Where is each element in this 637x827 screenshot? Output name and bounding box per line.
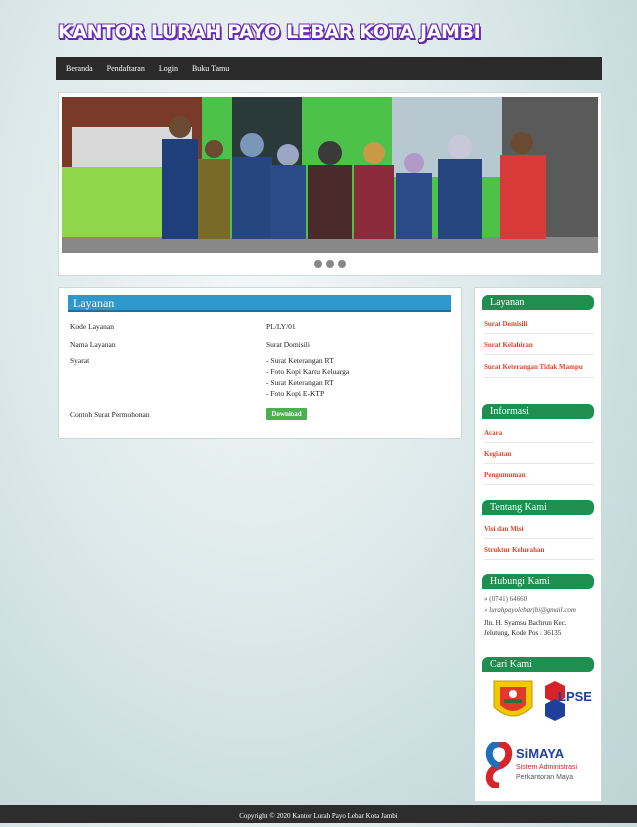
slider-dot-1[interactable]	[314, 260, 322, 268]
slider-dots	[59, 260, 601, 270]
nav-beranda[interactable]: Beranda	[66, 64, 93, 73]
sidebar-link-struktur[interactable]: Struktur Kelurahan	[484, 546, 594, 560]
layanan-heading: Layanan	[68, 295, 451, 312]
row-label-kode: Kode Layanan	[70, 322, 114, 331]
row-label-syarat: Syarat	[70, 356, 90, 365]
sidebar-tentang-title: Tentang Kami	[482, 500, 594, 515]
contact-phone: » (0741) 64660	[484, 595, 528, 603]
layanan-panel: Layanan Kode Layanan PL/LY/01 Nama Layan…	[58, 287, 462, 439]
simaya-mark-icon	[485, 742, 513, 788]
syarat-item-1: - Surat Keterangan RT	[266, 356, 334, 365]
nav-buku-tamu[interactable]: Buku Tamu	[192, 64, 229, 73]
simaya-logo[interactable]: SiMAYA Sistem Administrasi Perkantoran M…	[484, 736, 594, 792]
shield-emblem-icon	[493, 680, 533, 717]
footer-copyright: Copyright © 2020 Kantor Lurah Payo Lebar…	[239, 812, 398, 820]
footer: Copyright © 2020 Kantor Lurah Payo Lebar…	[0, 805, 637, 823]
sidebar-link-surat-domisili[interactable]: Surat Domisili	[484, 320, 594, 334]
simaya-title: SiMAYA	[516, 746, 565, 761]
sidebar-cari-title: Cari Kami	[482, 657, 594, 672]
lpse-logo[interactable]: LPSE	[539, 680, 592, 722]
simaya-sub-1: Sistem Administrasi	[516, 764, 578, 771]
sidebar-hubungi-title: Hubungi Kami	[482, 574, 594, 589]
contact-address: Jln. H. Syamsu Bachrun Kec. Jelutung, Ko…	[484, 619, 567, 637]
download-button[interactable]: Download	[266, 408, 307, 420]
slider-photo	[62, 97, 598, 253]
sidebar-link-surat-kelahiran[interactable]: Surat Kelahiran	[484, 341, 594, 355]
sidebar-layanan-title: Layanan	[482, 295, 594, 310]
sidebar-link-visi-misi[interactable]: Visi dan Misi	[484, 525, 594, 539]
row-value-kode: PL/LY/01	[266, 322, 296, 331]
site-title: KANTOR LURAH PAYO LEBAR KOTA JAMBI	[58, 21, 481, 43]
image-slider	[58, 92, 602, 276]
sidebar: Layanan Surat Domisili Surat Kelahiran S…	[474, 287, 602, 802]
simaya-sub-2: Perkantoran Maya	[516, 774, 574, 781]
syarat-item-2: - Foto Kopi Kartu Keluarga	[266, 367, 350, 376]
sidebar-informasi-title: Informasi	[482, 404, 594, 419]
sidebar-link-acara[interactable]: Acara	[484, 429, 594, 443]
lpse-logo-text: LPSE	[558, 689, 592, 704]
slider-dot-3[interactable]	[338, 260, 346, 268]
row-value-nama: Surat Domisili	[266, 340, 310, 349]
nav-pendaftaran[interactable]: Pendaftaran	[107, 64, 145, 73]
sidebar-link-surat-tidak-mampu[interactable]: Surat Keterangan Tidak Mampu	[484, 362, 594, 378]
top-navbar: Beranda Pendaftaran Login Buku Tamu	[56, 57, 602, 80]
slider-dot-2[interactable]	[326, 260, 334, 268]
syarat-item-3: - Surat Keterangan RT	[266, 378, 334, 387]
sidebar-link-pengumuman[interactable]: Pengumuman	[484, 471, 594, 485]
sidebar-link-kegiatan[interactable]: Kegiatan	[484, 450, 594, 464]
row-label-contoh: Contoh Surat Permohonan	[70, 410, 150, 419]
group-photo-illustration	[62, 97, 598, 253]
nav-login[interactable]: Login	[159, 64, 178, 73]
syarat-item-4: - Foto Kopi E-KTP	[266, 389, 325, 398]
pemkot-jambi-logo[interactable]	[490, 677, 536, 725]
contact-email: » lurahpayolebarjbi@gmail.com	[484, 606, 576, 614]
row-label-nama: Nama Layanan	[70, 340, 116, 349]
